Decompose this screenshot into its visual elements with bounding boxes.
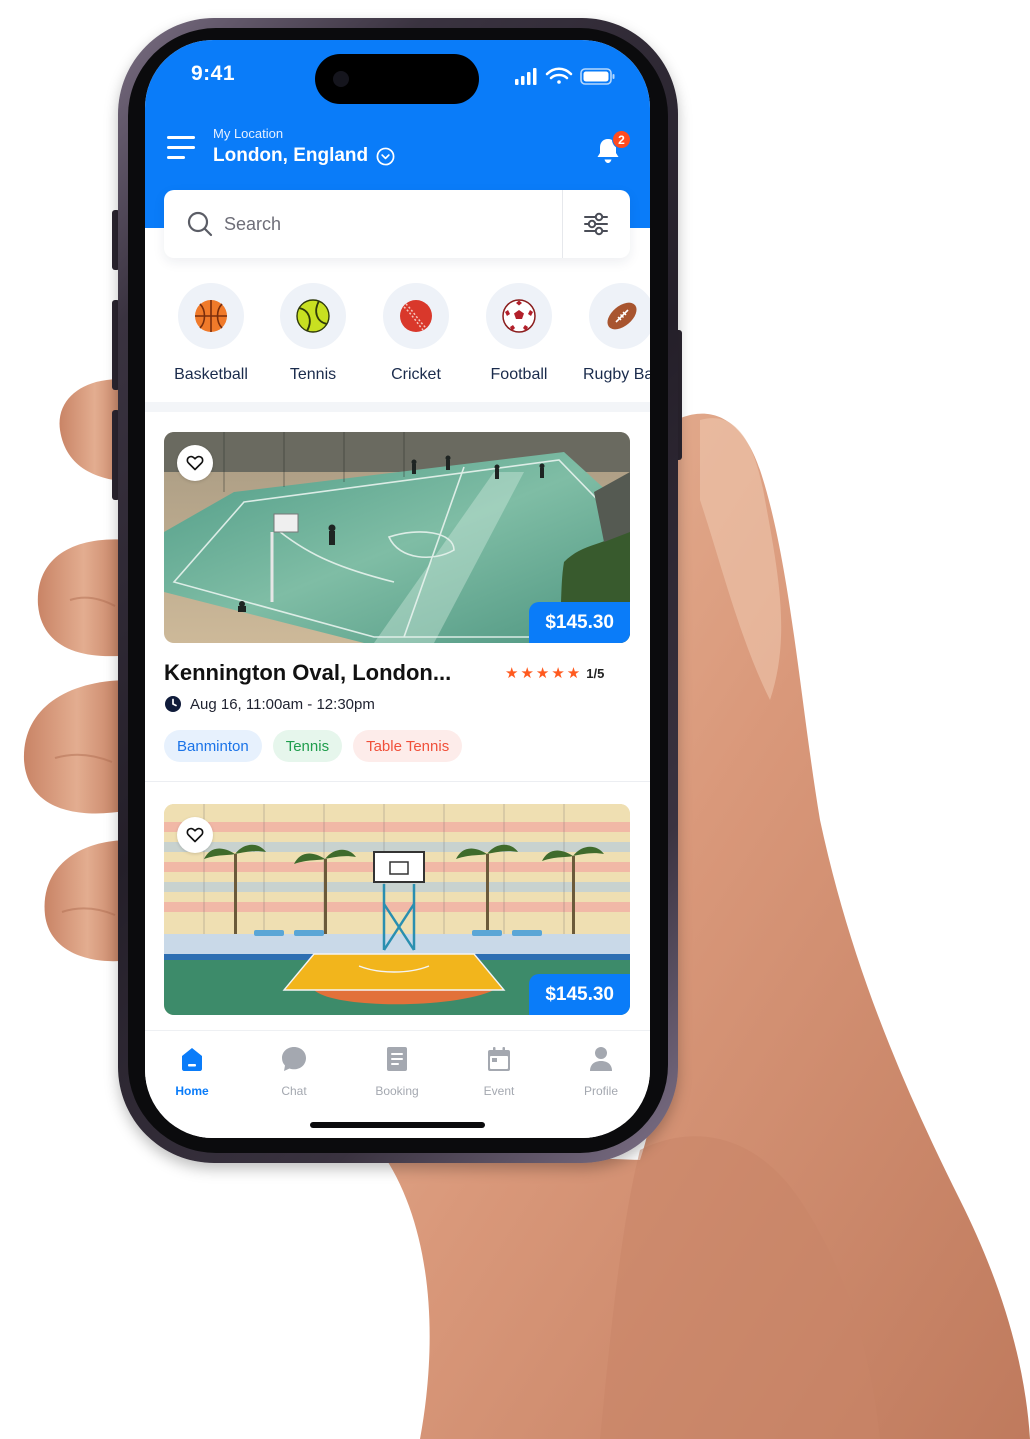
category-list: Basketball Tennis Cricket Football Rugby… (145, 283, 650, 388)
menu-line (167, 136, 195, 139)
tag-badminton[interactable]: Banminton (164, 730, 262, 762)
tennis-ball-icon (296, 299, 330, 333)
nav-booking[interactable]: Booking (357, 1045, 437, 1098)
filter-button[interactable] (562, 190, 630, 258)
menu-line (167, 146, 195, 149)
search-icon (187, 211, 213, 237)
filter-icon (584, 212, 608, 236)
category-icon-circle (589, 283, 650, 349)
nav-home[interactable]: Home (152, 1045, 232, 1098)
heart-icon (186, 827, 204, 843)
category-football[interactable]: Football (469, 283, 569, 384)
nav-event[interactable]: Event (459, 1045, 539, 1098)
location-label: My Location (213, 126, 284, 141)
nav-label: Home (175, 1084, 209, 1098)
menu-button[interactable] (167, 134, 197, 162)
football-icon (502, 299, 536, 333)
nav-label: Profile (583, 1084, 618, 1098)
category-label: Rugby Ba (583, 366, 650, 383)
category-label: Basketball (174, 366, 248, 383)
menu-line (167, 156, 185, 159)
star-icons: ★★★★★ (505, 665, 583, 682)
category-icon-circle (486, 283, 552, 349)
venue-rating: ★★★★★ 1/5 (505, 664, 604, 682)
heart-icon (186, 455, 204, 471)
calendar-icon (488, 1047, 510, 1071)
home-icon (182, 1048, 202, 1071)
nav-label: Event (483, 1084, 515, 1098)
search-bar (164, 190, 630, 258)
location-selector[interactable]: London, England (213, 145, 395, 167)
home-indicator (310, 1122, 485, 1128)
nav-label: Chat (281, 1084, 307, 1098)
dynamic-island (315, 54, 479, 104)
nav-profile[interactable]: Profile (561, 1045, 641, 1098)
camera-icon (333, 71, 349, 87)
status-icons (515, 67, 615, 85)
category-icon-circle (280, 283, 346, 349)
venue-image[interactable]: $145.30 (164, 432, 630, 643)
cricket-ball-icon (400, 300, 432, 332)
venue-time: Aug 16, 11:00am - 12:30pm (164, 695, 375, 713)
chevron-down-icon (376, 147, 395, 165)
category-rugby[interactable]: Rugby Ba (572, 283, 650, 384)
category-basketball[interactable]: Basketball (161, 283, 261, 384)
venue-image[interactable]: $145.30 (164, 804, 630, 1015)
rugby-ball-icon (607, 302, 637, 330)
tag-table-tennis[interactable]: Table Tennis (353, 730, 463, 762)
category-label: Cricket (391, 366, 441, 383)
section-divider (145, 402, 650, 412)
booking-icon (387, 1047, 407, 1071)
favorite-button[interactable] (177, 445, 213, 481)
category-icon-circle (178, 283, 244, 349)
nav-chat[interactable]: Chat (254, 1045, 334, 1098)
time-text: Aug 16, 11:00am - 12:30pm (190, 695, 375, 713)
venue-title[interactable]: Kennington Oval, London... (164, 660, 451, 686)
basketball-icon (195, 300, 227, 332)
category-cricket[interactable]: Cricket (366, 283, 466, 384)
price-badge: $145.30 (529, 602, 630, 643)
category-icon-circle (383, 283, 449, 349)
category-label: Tennis (289, 366, 337, 383)
price-badge: $145.30 (529, 974, 630, 1015)
card-separator (145, 781, 650, 782)
status-time: 9:41 (191, 62, 236, 85)
notification-badge: 2 (612, 130, 631, 149)
clock-icon (165, 696, 181, 712)
profile-icon (590, 1047, 612, 1071)
nav-label: Booking (375, 1084, 419, 1098)
favorite-button[interactable] (177, 817, 213, 853)
wifi-icon (545, 67, 573, 84)
tag-tennis[interactable]: Tennis (272, 730, 343, 762)
location-value: London, England (213, 145, 369, 166)
venue-tags: Banminton Tennis Table Tennis (164, 730, 463, 762)
rating-value: 1/5 (586, 665, 605, 681)
battery-icon (580, 68, 615, 85)
search-input[interactable] (224, 204, 544, 244)
chat-icon (282, 1047, 306, 1071)
category-tennis[interactable]: Tennis (263, 283, 363, 384)
signal-icon (515, 68, 537, 85)
phone-screen: 9:41 My Location London, England 2 Searc… (145, 40, 650, 1138)
category-label: Football (490, 366, 548, 383)
